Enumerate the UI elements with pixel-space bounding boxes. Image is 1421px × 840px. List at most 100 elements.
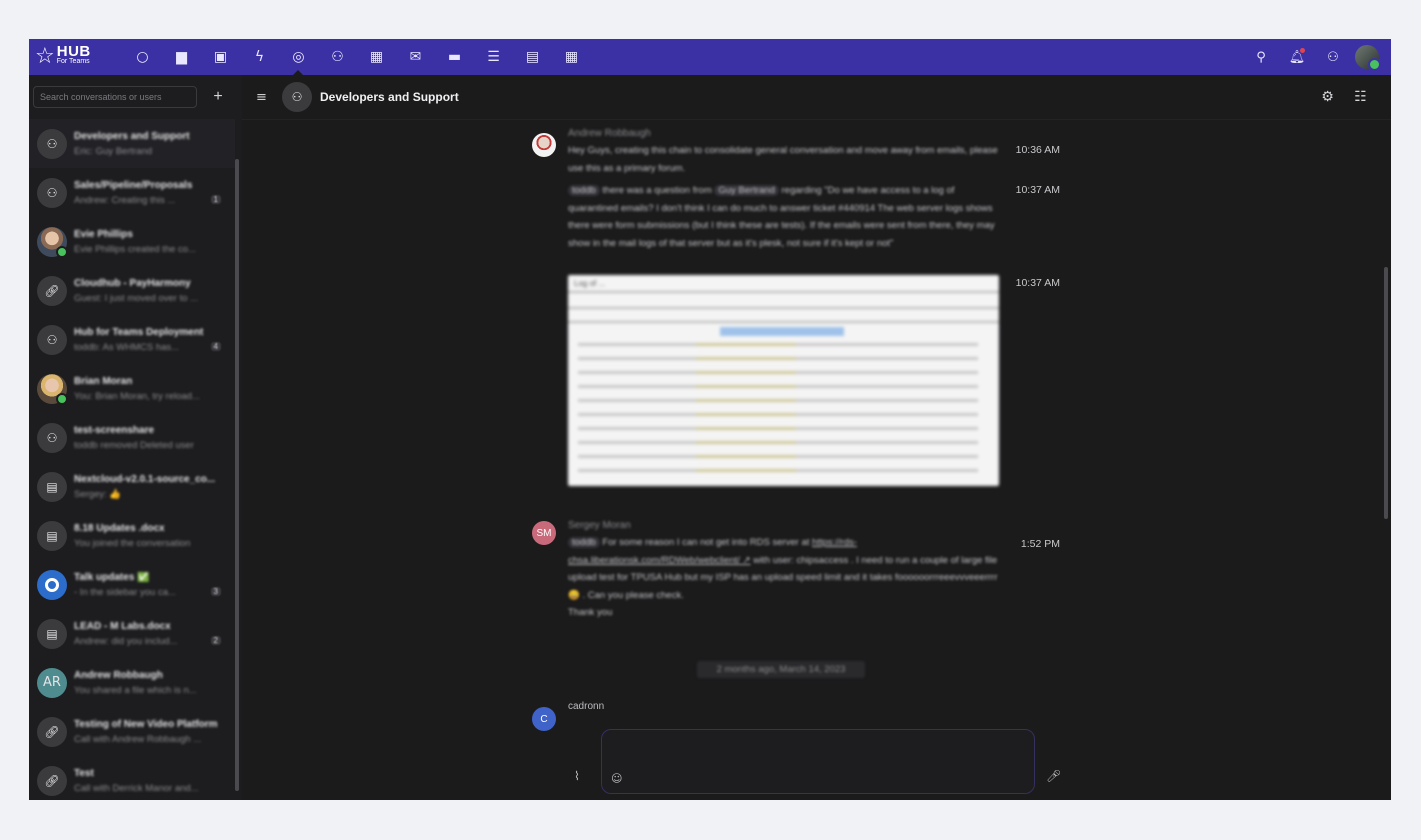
deck-icon[interactable]: ▬: [435, 39, 474, 75]
group-avatar[interactable]: ⚇: [282, 82, 312, 112]
document-icon: ▤: [37, 618, 67, 649]
conversation-item[interactable]: 🔗︎ Testing of New Video Platform Call with…: [29, 707, 235, 756]
tasks-icon[interactable]: ☰: [474, 39, 513, 75]
message-time: 10:37 AM: [1015, 184, 1060, 196]
conversation-preview: Call with Derrick Manor and...: [74, 782, 199, 794]
calendar-icon[interactable]: ▦: [357, 39, 396, 75]
message-text: toddb For some reason I can not get into…: [568, 534, 1000, 622]
conversation-preview: toddb removed Deleted user: [74, 439, 194, 451]
microphone-icon[interactable]: 🎤︎: [1046, 769, 1061, 783]
app-window: ☆ HUB For Teams ○ ▆ ▣ ϟ ◎ ⚇ ▦ ✉ ▬ ☰ ▤ ▦ …: [29, 39, 1391, 800]
mention-chip[interactable]: toddb: [568, 537, 600, 548]
group-conversation-icon: ⚇: [37, 128, 67, 159]
paperclip-icon[interactable]: ⌇: [574, 769, 580, 783]
activity-icon[interactable]: ϟ: [240, 39, 279, 75]
unread-badge: 3: [210, 587, 221, 596]
conversation-item[interactable]: AR Andrew Robbaugh You shared a file which…: [29, 658, 235, 707]
online-status-dot: [56, 392, 68, 405]
conversation-preview: Guest: I just moved over to ...: [74, 292, 199, 304]
hamburger-menu-icon[interactable]: ≡: [256, 90, 272, 105]
conversation-preview: - In the sidebar you ca...: [74, 586, 176, 598]
conversation-item[interactable]: ⚇ Sales/Pipeline/Proposals Andrew: Creatin…: [29, 168, 235, 217]
notifications-icon[interactable]: 🔔︎: [1279, 39, 1315, 75]
link-icon: 🔗︎: [37, 765, 67, 796]
conversation-item[interactable]: ▤ 8.18 Updates .docx You joined the conver…: [29, 511, 235, 560]
mention-chip[interactable]: Guy Bertrand: [714, 185, 779, 196]
photos-icon[interactable]: ▣: [201, 39, 240, 75]
conversation-preview: Andrew: Creating this ...: [74, 194, 176, 206]
conversation-item[interactable]: ▤ LEAD - M Labs.docx Andrew: did you inclu…: [29, 609, 235, 658]
sidebar-toggle-icon[interactable]: ☷: [1344, 89, 1377, 105]
message-author: Sergey Moran: [568, 520, 631, 531]
conversation-sidebar: + ⚇ Developers and Support Eric: Guy Bertr…: [29, 75, 242, 800]
conversation-preview: You joined the conversation: [74, 537, 191, 549]
conversation-name: Testing of New Video Platform: [74, 718, 218, 730]
conversation-item[interactable]: 🔗︎ Test Call with Derrick Manor and...: [29, 756, 235, 800]
conversation-item[interactable]: ⚇ Hub for Teams Deployment toddb: As WHMCS…: [29, 315, 235, 364]
conversation-preview: You shared a file which is n...: [74, 684, 197, 696]
avatar: [37, 373, 68, 405]
group-conversation-icon: ⚇: [37, 422, 67, 453]
conversation-name: Test: [74, 767, 94, 779]
document-icon: ▤: [37, 520, 67, 551]
message-text: toddb there was a question from Guy Bert…: [568, 182, 1000, 252]
conversation-item[interactable]: Evie Phillips Evie Phillips created the c…: [29, 217, 235, 266]
message-time: 10:36 AM: [1015, 144, 1060, 156]
files-icon[interactable]: ▆: [162, 39, 201, 75]
conversation-item[interactable]: Brian Moran You: Brian Moran, try reload.…: [29, 364, 235, 413]
conversation-item[interactable]: ▤ Nextcloud-v2.0.1-source_co... Sergey: 👍: [29, 462, 235, 511]
group-conversation-icon: ⚇: [37, 177, 67, 208]
conversation-name: Brian Moran: [74, 375, 133, 387]
new-conversation-button[interactable]: +: [210, 88, 226, 106]
conversation-name: Talk updates ✅: [74, 571, 150, 583]
emoji-icon[interactable]: ☺: [611, 772, 622, 785]
link-icon: 🔗︎: [37, 716, 67, 747]
message-composer[interactable]: ☺: [601, 729, 1035, 794]
message-time: 1:52 PM: [1020, 538, 1060, 550]
author-avatar[interactable]: C: [532, 707, 556, 731]
search-icon[interactable]: ⚲: [1243, 39, 1279, 75]
conversation-item[interactable]: ⚇ test-screenshare toddb removed Deleted u…: [29, 413, 235, 462]
forms-icon[interactable]: ▤: [513, 39, 552, 75]
dashboard-icon[interactable]: ○: [123, 39, 162, 75]
conversation-preview: Sergey: 👍: [74, 488, 122, 500]
app-navigation: ○ ▆ ▣ ϟ ◎ ⚇ ▦ ✉ ▬ ☰ ▤ ▦: [123, 39, 591, 75]
top-bar: ☆ HUB For Teams ○ ▆ ▣ ϟ ◎ ⚇ ▦ ✉ ▬ ☰ ▤ ▦ …: [29, 39, 1391, 75]
author-avatar[interactable]: SM: [532, 521, 556, 545]
conversation-name: Andrew Robbaugh: [74, 669, 163, 681]
avatar: [37, 226, 68, 258]
author-avatar[interactable]: [532, 133, 556, 157]
group-conversation-icon: ⚇: [37, 324, 67, 355]
conversation-name: Developers and Support: [74, 130, 190, 142]
conversation-item[interactable]: Talk updates ✅ - In the sidebar you ca...…: [29, 560, 235, 609]
message-text-part: there was a question from: [602, 185, 712, 196]
mail-icon[interactable]: ✉: [396, 39, 435, 75]
conversation-item[interactable]: 🔗︎ Cloudhub - PayHarmony Guest: I just mov…: [29, 266, 235, 315]
image-attachment[interactable]: Log of ...: [568, 275, 999, 486]
logo-subtext: For Teams: [56, 58, 90, 65]
message-scrollbar[interactable]: [1384, 267, 1388, 519]
contacts-icon[interactable]: ⚇: [318, 39, 357, 75]
conversation-name: Cloudhub - PayHarmony: [74, 277, 191, 289]
user-avatar[interactable]: [1355, 45, 1381, 71]
talk-icon[interactable]: ◎: [279, 39, 318, 75]
conversation-name: LEAD - M Labs.docx: [74, 620, 171, 632]
unread-badge: 2: [210, 636, 221, 645]
sidebar-scrollbar[interactable]: [235, 159, 239, 791]
conversation-item[interactable]: ⚇ Developers and Support Eric: Guy Bertran…: [29, 119, 235, 168]
contacts-menu-icon[interactable]: ⚇: [1315, 39, 1351, 75]
document-icon: ▤: [37, 471, 67, 502]
conversation-name: Evie Phillips: [74, 228, 133, 240]
avatar: AR: [37, 667, 67, 698]
message-text-part: Thank you: [568, 607, 613, 618]
mention-chip[interactable]: toddb: [568, 185, 600, 196]
hub-logo[interactable]: ☆ HUB For Teams: [35, 44, 123, 69]
star-logo-icon: ☆: [35, 44, 55, 69]
conversation-name: Sales/Pipeline/Proposals: [74, 179, 193, 191]
unread-badge: 1: [210, 195, 221, 204]
settings-icon[interactable]: ⚙: [1311, 89, 1344, 105]
appointments-icon[interactable]: ▦: [552, 39, 591, 75]
search-conversations-input[interactable]: [33, 86, 197, 108]
top-right-controls: ⚲ 🔔︎ ⚇: [1243, 39, 1381, 75]
conversation-name: Nextcloud-v2.0.1-source_co...: [74, 473, 216, 485]
